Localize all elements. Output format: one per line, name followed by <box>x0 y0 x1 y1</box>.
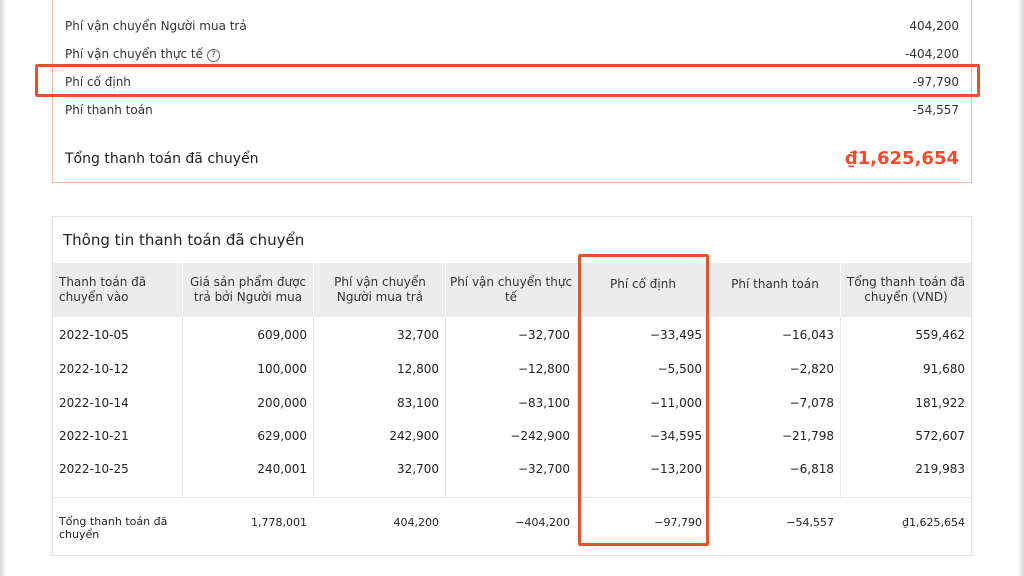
summary-row-actual-shipping: Phí vận chuyển thực tế? -404,200 <box>65 47 959 62</box>
cell-buyer-shipping: 83,100 <box>397 396 439 410</box>
column-header-date: Thanh toán đã chuyển vào <box>59 275 147 304</box>
cell-total: 181,922 <box>915 396 965 410</box>
summary-label: Phí vận chuyển thực tế <box>65 47 203 61</box>
footer-payment-fee: −54,557 <box>786 516 834 529</box>
cell-actual-shipping: −83,100 <box>517 396 570 410</box>
info-icon[interactable]: ? <box>207 49 220 62</box>
summary-row-buyer-shipping: Phí vận chuyển Người mua trả 404,200 <box>65 19 959 33</box>
summary-row-payment-fee: Phí thanh toán -54,557 <box>65 103 959 117</box>
total-value: ₫1,625,654 <box>845 148 959 169</box>
cell-payment-fee: −6,818 <box>789 462 834 476</box>
left-shadow <box>0 0 6 576</box>
payment-details-card: Thông tin thanh toán đã chuyển Thanh toá… <box>52 216 972 556</box>
footer-product-price: 1,778,001 <box>251 516 307 529</box>
summary-total-row: Tổng thanh toán đã chuyển ₫1,625,654 <box>65 148 959 169</box>
cell-payment-fee: −21,798 <box>781 429 834 443</box>
column-header-total: Tổng thanh toán đã chuyển (VND) <box>846 275 966 304</box>
cell-actual-shipping: −242,900 <box>510 429 570 443</box>
footer-actual-shipping: −404,200 <box>515 516 570 529</box>
cell-total: 572,607 <box>915 429 965 443</box>
page: Phí vận chuyển Người mua trả 404,200 Phí… <box>0 0 1024 576</box>
footer-total: ₫1,625,654 <box>902 516 965 529</box>
summary-label-wrap: Phí vận chuyển thực tế? <box>65 47 220 62</box>
cell-buyer-shipping: 32,700 <box>397 328 439 342</box>
cell-date: 2022-10-14 <box>59 396 129 410</box>
cell-actual-shipping: −32,700 <box>517 462 570 476</box>
cell-date: 2022-10-05 <box>59 328 129 342</box>
footer-label: Tổng thanh toán đã chuyển <box>59 515 168 541</box>
cell-product-price: 100,000 <box>257 362 307 376</box>
cell-date: 2022-10-25 <box>59 462 129 476</box>
summary-value: -404,200 <box>905 47 959 61</box>
cell-product-price: 240,001 <box>257 462 307 476</box>
column-divider <box>313 317 314 497</box>
right-shadow <box>1018 0 1024 576</box>
cell-buyer-shipping: 32,700 <box>397 462 439 476</box>
summary-label: Phí vận chuyển Người mua trả <box>65 19 247 33</box>
cell-total: 91,680 <box>923 362 965 376</box>
summary-value: -54,557 <box>912 103 959 117</box>
column-header-product-price: Giá sản phẩm được trả bởi Người mua <box>189 275 307 304</box>
highlight-fixed-fee-column <box>578 254 709 546</box>
details-title: Thông tin thanh toán đã chuyển <box>63 231 305 249</box>
cell-product-price: 609,000 <box>257 328 307 342</box>
cell-actual-shipping: −32,700 <box>517 328 570 342</box>
column-header-buyer-shipping: Phí vận chuyển Người mua trả <box>334 275 426 304</box>
cell-date: 2022-10-21 <box>59 429 129 443</box>
cell-payment-fee: −2,820 <box>789 362 834 376</box>
cell-product-price: 200,000 <box>257 396 307 410</box>
total-label: Tổng thanh toán đã chuyển <box>65 150 259 167</box>
cell-payment-fee: −16,043 <box>781 328 834 342</box>
footer-buyer-shipping: 404,200 <box>393 516 440 529</box>
cell-buyer-shipping: 242,900 <box>389 429 439 443</box>
cell-date: 2022-10-12 <box>59 362 129 376</box>
cell-product-price: 629,000 <box>257 429 307 443</box>
cell-total: 559,462 <box>915 328 965 342</box>
summary-label: Phí thanh toán <box>65 103 153 117</box>
column-header-payment-fee: Phí thanh toán <box>731 277 819 291</box>
highlight-fixed-fee-row <box>35 64 980 97</box>
column-header-actual-shipping: Phí vận chuyển thực tế <box>449 275 573 304</box>
cell-payment-fee: −7,078 <box>789 396 834 410</box>
summary-value: 404,200 <box>909 19 959 33</box>
footer-divider <box>53 497 971 498</box>
cell-buyer-shipping: 12,800 <box>397 362 439 376</box>
cell-total: 219,983 <box>915 462 965 476</box>
cell-actual-shipping: −12,800 <box>517 362 570 376</box>
